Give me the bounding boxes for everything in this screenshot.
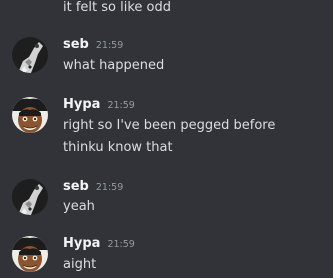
avatar[interactable]: [12, 37, 48, 73]
message-text: it felt so like odd: [63, 0, 171, 15]
username[interactable]: Hypa: [63, 97, 100, 112]
message-header: Hypa 21:59: [63, 97, 135, 113]
message-header: seb 21:59: [63, 37, 123, 53]
username[interactable]: seb: [63, 37, 89, 52]
timestamp[interactable]: 21:59: [96, 182, 123, 193]
hypa-avatar-icon: [12, 236, 48, 272]
message-text: aight: [63, 257, 97, 272]
seb-avatar-icon: [12, 179, 48, 215]
message-text: right so I've been pegged before: [63, 118, 276, 133]
seb-avatar-icon: [12, 37, 48, 73]
avatar[interactable]: [12, 179, 48, 215]
username[interactable]: seb: [63, 179, 89, 194]
avatar[interactable]: [12, 236, 48, 272]
message-text: yeah: [63, 199, 95, 214]
message-header: Hypa 21:59: [63, 236, 135, 252]
timestamp[interactable]: 21:59: [96, 40, 123, 51]
message-text: what happened: [63, 58, 165, 73]
hypa-avatar-icon: [12, 97, 48, 133]
username[interactable]: Hypa: [63, 236, 100, 251]
message-header: seb 21:59: [63, 179, 123, 195]
message-text: thinku know that: [63, 140, 173, 155]
timestamp[interactable]: 21:59: [107, 239, 134, 250]
timestamp[interactable]: 21:59: [107, 100, 134, 111]
avatar[interactable]: [12, 97, 48, 133]
message-list: it felt so like odd seb 21:59 what happe…: [0, 0, 333, 278]
